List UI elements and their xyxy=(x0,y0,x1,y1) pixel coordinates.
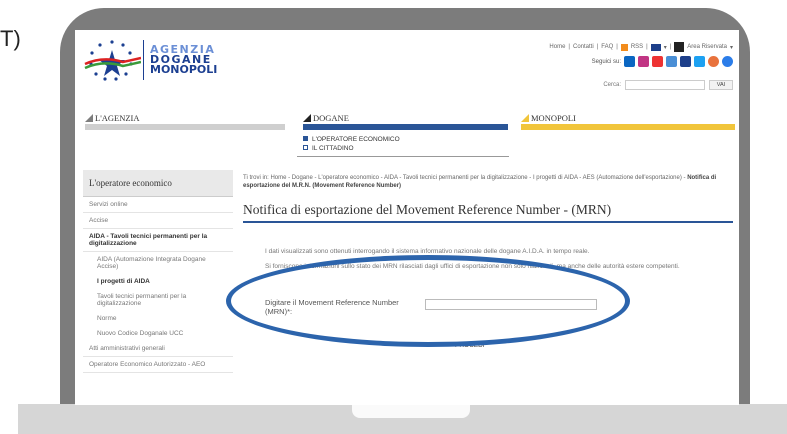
social-bar: Seguici su: xyxy=(592,56,733,67)
highlight-ellipse xyxy=(226,255,630,347)
channel-icon[interactable] xyxy=(666,56,677,67)
subnav-operatore-economico[interactable]: L'OPERATORE ECONOMICO xyxy=(303,136,509,143)
subnav-cittadino[interactable]: IL CITTADINO xyxy=(303,145,509,152)
nav-contatti[interactable]: Contatti xyxy=(573,44,594,50)
sidebar: L'operatore economico Servizi online Acc… xyxy=(83,170,233,373)
language-flag-icon[interactable] xyxy=(650,43,661,51)
telegram-icon[interactable] xyxy=(722,56,733,67)
instagram-icon[interactable] xyxy=(638,56,649,67)
sidebar-item-tavoli-tecnici[interactable]: Tavoli tecnici permanenti per la digital… xyxy=(83,289,233,311)
section-dogane[interactable]: DOGANE xyxy=(303,110,508,132)
text-fragment: T) xyxy=(0,26,21,51)
sidebar-item-atti[interactable]: Atti amministrativi generali xyxy=(83,341,233,357)
sidebar-item-aeo[interactable]: Operatore Economico Autorizzato - AEO xyxy=(83,357,233,373)
triangle-icon xyxy=(85,114,93,122)
sidebar-item-accise[interactable]: Accise xyxy=(83,213,233,229)
search-label: Cerca: xyxy=(603,82,621,88)
sidebar-title: L'operatore economico xyxy=(83,170,233,197)
intro-paragraph: I dati visualizzati sono ottenuti interr… xyxy=(265,248,590,255)
linkedin-icon[interactable] xyxy=(624,56,635,67)
page-title: Notifica di esportazione del Movement Re… xyxy=(243,202,612,217)
nav-area-riservata[interactable]: Area Riservata xyxy=(687,44,727,50)
podcast-icon[interactable] xyxy=(708,56,719,67)
logo-separator xyxy=(143,40,144,80)
search-bar: Cerca: VAI xyxy=(603,80,733,90)
breadcrumb-path[interactable]: Home - Dogane - L'operatore economico - … xyxy=(270,175,685,181)
chevron-down-icon: ▾ xyxy=(663,44,667,51)
search-input[interactable] xyxy=(625,80,705,90)
sidebar-item-ucc[interactable]: Nuovo Codice Doganale UCC xyxy=(83,326,233,341)
section-agenzia[interactable]: L'AGENZIA xyxy=(85,110,285,132)
bullet-square-icon xyxy=(303,145,308,150)
youtube-icon[interactable] xyxy=(652,56,663,67)
chevron-down-icon: ▾ xyxy=(729,44,733,51)
breadcrumb: Ti trovi in: Home - Dogane - L'operatore… xyxy=(243,175,717,189)
sidebar-item-aida-automazione[interactable]: AIDA (Automazione Integrata Dogane Accis… xyxy=(83,252,233,274)
follow-label: Seguici su: xyxy=(591,58,621,65)
sidebar-item-servizi-online[interactable]: Servizi online xyxy=(83,197,233,213)
top-nav: Home | Contatti | FAQ | RSS | ▾ | Area Riserv… xyxy=(549,42,733,52)
search-button[interactable]: VAI xyxy=(709,80,733,90)
section-bar xyxy=(85,124,285,130)
laptop-screen: AGENZIA DOGANE MONOPOLI Home | Contatti | … xyxy=(75,30,739,405)
agency-name: AGENZIA DOGANE MONOPOLI xyxy=(150,43,218,76)
laptop-notch xyxy=(352,404,470,418)
triangle-icon xyxy=(303,114,311,122)
star-logo-icon xyxy=(84,40,141,81)
dogane-subnav: L'OPERATORE ECONOMICO IL CITTADINO xyxy=(297,134,509,157)
nav-home[interactable]: Home xyxy=(549,44,565,50)
twitter-icon[interactable] xyxy=(694,56,705,67)
sidebar-item-norme[interactable]: Norme xyxy=(83,311,233,326)
key-icon xyxy=(674,42,685,52)
section-bar xyxy=(521,124,735,130)
agency-logo[interactable]: AGENZIA DOGANE MONOPOLI xyxy=(83,38,217,82)
flickr-icon[interactable] xyxy=(680,56,691,67)
section-bar xyxy=(303,124,508,130)
bullet-square-icon xyxy=(303,136,308,141)
title-underline xyxy=(243,221,733,223)
rss-icon xyxy=(620,43,628,51)
sidebar-item-progetti-aida[interactable]: I progetti di AIDA xyxy=(83,274,233,289)
sidebar-item-aida-tavoli[interactable]: AIDA - Tavoli tecnici permanenti per la … xyxy=(83,229,233,252)
section-monopoli[interactable]: MONOPOLI xyxy=(521,110,735,132)
nav-rss[interactable]: RSS xyxy=(631,44,643,50)
triangle-icon xyxy=(521,114,529,122)
nav-faq[interactable]: FAQ xyxy=(601,44,613,50)
